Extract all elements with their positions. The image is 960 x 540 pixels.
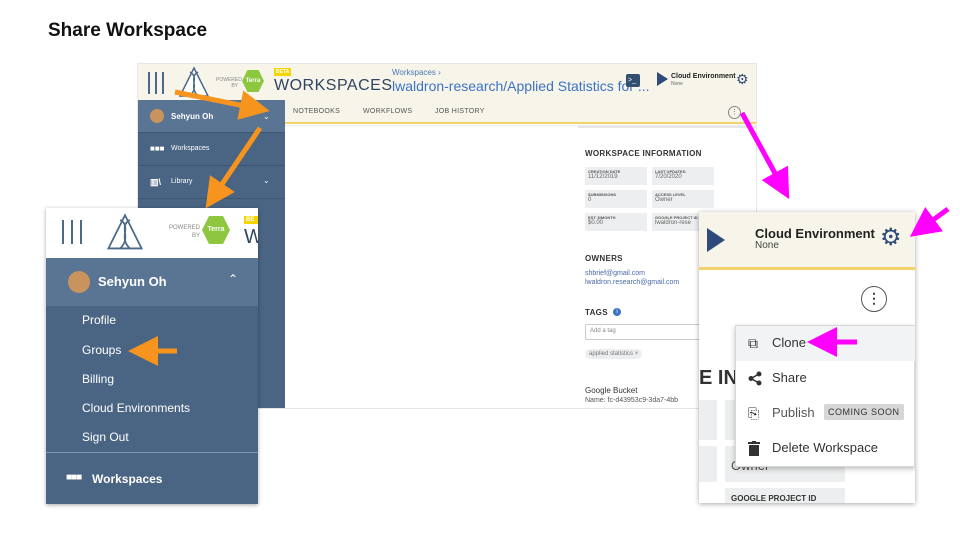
- arrow-to-kebab: [739, 111, 790, 200]
- arrow-to-gear: [909, 206, 950, 237]
- arrow-to-zoom-card: [205, 126, 263, 209]
- arrow-to-user-chevron: [174, 89, 270, 120]
- annotation-arrows: [128, 89, 950, 366]
